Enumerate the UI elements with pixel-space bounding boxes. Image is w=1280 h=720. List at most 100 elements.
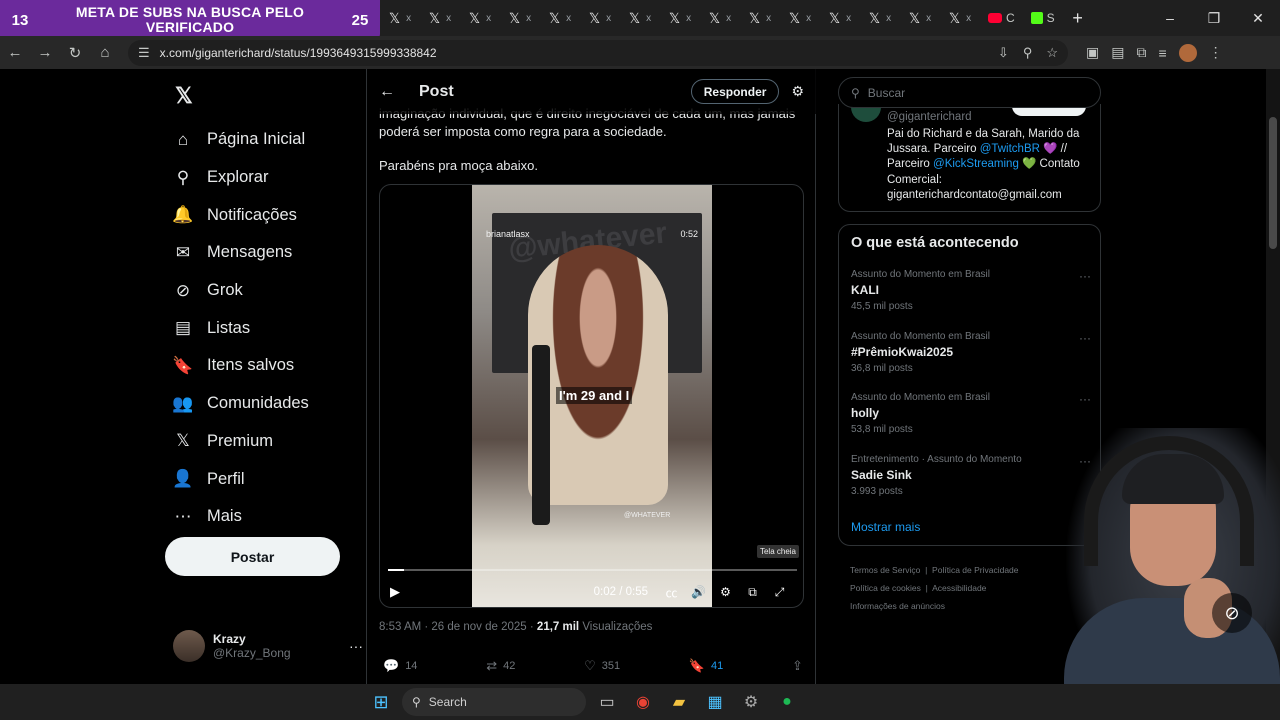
footer-link[interactable]: Termos de Serviço: [850, 565, 920, 575]
post-timestamp[interactable]: 8:53 AM · 26 de nov de 2025 ·: [379, 621, 537, 633]
captions-icon[interactable]: ㏄: [658, 584, 685, 601]
footer-link[interactable]: Acessibilidade: [932, 583, 986, 593]
store-icon[interactable]: ▦: [702, 690, 728, 714]
video-player[interactable]: @whatever brianatlasx 0:52 I'm 29 and I …: [379, 184, 804, 608]
trend-item[interactable]: Assunto do Momento em Brasil KALI 45,5 mil…: [851, 269, 1091, 321]
maximize-button[interactable]: ❐: [1192, 0, 1236, 36]
sidebar-item-mais[interactable]: ⋯ Mais: [173, 498, 309, 536]
back-icon[interactable]: ←: [0, 38, 30, 68]
tab-close-icon[interactable]: x: [806, 13, 811, 24]
extension-icon-2[interactable]: ▤: [1111, 44, 1124, 61]
x-logo-icon[interactable]: 𝕏: [175, 83, 193, 109]
more-icon[interactable]: ···: [349, 638, 363, 654]
menu-icon[interactable]: ⋮: [1209, 44, 1223, 61]
browser-tab[interactable]: 𝕏x: [860, 0, 900, 36]
tab-close-icon[interactable]: x: [486, 13, 491, 24]
reply-action[interactable]: 💬 14: [383, 658, 417, 674]
sidebar-item-perfil[interactable]: 👤 Perfil: [172, 460, 309, 498]
url-text[interactable]: x.com/giganterichard/status/199364931599…: [160, 46, 988, 60]
back-arrow-icon[interactable]: ←: [379, 83, 409, 101]
close-window-button[interactable]: ✕: [1236, 0, 1280, 36]
browser-tab[interactable]: 𝕏x: [620, 0, 660, 36]
footer-link[interactable]: Informações de anúncios: [850, 601, 945, 611]
trend-item[interactable]: Entretenimento · Assunto do Momento Sadie…: [851, 454, 1091, 506]
tab-youtube[interactable]: C: [980, 0, 1023, 36]
footer-link[interactable]: Política de Privacidade: [932, 565, 1018, 575]
browser-tab[interactable]: 𝕏x: [780, 0, 820, 36]
browser-tab[interactable]: 𝕏x: [580, 0, 620, 36]
profile-avatar[interactable]: [1178, 43, 1197, 62]
browser-tab[interactable]: 𝕏x: [900, 0, 940, 36]
spotify-icon[interactable]: ●: [774, 690, 800, 714]
more-icon[interactable]: ···: [1079, 269, 1091, 283]
address-bar[interactable]: ☰ x.com/giganterichard/status/1993649315…: [128, 39, 1068, 66]
site-info-icon[interactable]: ☰: [138, 45, 150, 61]
sidebar-item-listas[interactable]: ▤ Listas: [173, 309, 309, 347]
tab-close-icon[interactable]: x: [766, 13, 771, 24]
trend-item[interactable]: Assunto do Momento em Brasil #PrêmioKwai2…: [851, 331, 1091, 383]
sidebar-item-notificações[interactable]: 🔔 Notificações: [172, 196, 309, 234]
chrome-icon[interactable]: ◉: [630, 690, 656, 714]
grok-float-icon[interactable]: ⊘: [1212, 593, 1252, 633]
author-handle[interactable]: @giganterichard: [887, 111, 972, 123]
sidebar-item-premium[interactable]: 𝕏 Premium: [173, 423, 309, 461]
reply-button[interactable]: Responder: [690, 79, 780, 104]
tab-close-icon[interactable]: x: [646, 13, 651, 24]
like-action[interactable]: ♡ 351: [584, 658, 620, 674]
volume-icon[interactable]: 🔊: [685, 585, 712, 599]
forward-icon[interactable]: →: [30, 38, 60, 68]
video-progress-bar[interactable]: [388, 569, 797, 571]
browser-tab[interactable]: 𝕏x: [820, 0, 860, 36]
repost-action[interactable]: ⇄ 42: [486, 658, 515, 674]
sidebar-item-página-inicial[interactable]: ⌂ Página Inicial: [173, 121, 309, 159]
post-button[interactable]: Postar: [165, 537, 340, 576]
filter-icon[interactable]: ⚙: [791, 83, 804, 100]
tab-close-icon[interactable]: x: [886, 13, 891, 24]
browser-tab[interactable]: 𝕏x: [740, 0, 780, 36]
share-action[interactable]: ⇪: [792, 658, 803, 674]
extension-icon-1[interactable]: ▣: [1086, 44, 1099, 61]
media-icon[interactable]: ≡: [1158, 45, 1166, 61]
tab-close-icon[interactable]: x: [526, 13, 531, 24]
browser-tab[interactable]: 𝕏x: [700, 0, 740, 36]
browser-tab[interactable]: 𝕏x: [500, 0, 540, 36]
sidebar-item-itens-salvos[interactable]: 🔖 Itens salvos: [172, 347, 309, 385]
sidebar-item-explorar[interactable]: ⚲ Explorar: [173, 159, 309, 197]
footer-link[interactable]: Política de cookies: [850, 583, 921, 593]
install-icon[interactable]: ⇩: [998, 45, 1009, 61]
tab-close-icon[interactable]: x: [846, 13, 851, 24]
search-input[interactable]: ⚲ Buscar: [838, 77, 1101, 108]
tab-close-icon[interactable]: x: [606, 13, 611, 24]
browser-tab[interactable]: 𝕏x: [420, 0, 460, 36]
sidebar-item-mensagens[interactable]: ✉ Mensagens: [173, 234, 309, 272]
zoom-icon[interactable]: ⚲: [1023, 45, 1033, 61]
tab-close-icon[interactable]: x: [726, 13, 731, 24]
bio-link-kick[interactable]: @KickStreaming: [933, 158, 1019, 170]
browser-tab[interactable]: 𝕏x: [660, 0, 700, 36]
browser-tab[interactable]: 𝕏x: [940, 0, 980, 36]
scroll-thumb[interactable]: [1269, 117, 1277, 249]
tab-close-icon[interactable]: x: [406, 13, 411, 24]
show-more-link[interactable]: Mostrar mais: [851, 520, 920, 534]
browser-tab[interactable]: 𝕏x: [460, 0, 500, 36]
tab-close-icon[interactable]: x: [966, 13, 971, 24]
tab-close-icon[interactable]: x: [566, 13, 571, 24]
browser-tab[interactable]: 𝕏x: [380, 0, 420, 36]
taskbar-search[interactable]: ⚲ Search: [402, 688, 586, 716]
settings-gear-icon[interactable]: ⚙: [712, 585, 739, 599]
bio-link-twitch[interactable]: @TwitchBR: [980, 143, 1040, 155]
play-icon[interactable]: ▶: [390, 584, 400, 600]
minimize-button[interactable]: –: [1148, 0, 1192, 36]
more-icon[interactable]: ···: [1079, 392, 1091, 406]
more-icon[interactable]: ···: [1079, 331, 1091, 345]
pip-icon[interactable]: ⧉: [739, 585, 766, 600]
settings-icon[interactable]: ⚙: [738, 690, 764, 714]
fullscreen-icon[interactable]: ⤢: [766, 585, 793, 600]
sidebar-item-grok[interactable]: ⊘ Grok: [173, 272, 309, 310]
tab-kick[interactable]: S: [1023, 0, 1063, 36]
account-switcher[interactable]: Krazy @Krazy_Bong ···: [173, 629, 363, 663]
browser-tab[interactable]: 𝕏x: [540, 0, 580, 36]
windows-start-icon[interactable]: ⊞: [370, 690, 392, 714]
bookmark-action[interactable]: 🔖 41: [689, 658, 723, 674]
star-icon[interactable]: ☆: [1046, 45, 1058, 61]
